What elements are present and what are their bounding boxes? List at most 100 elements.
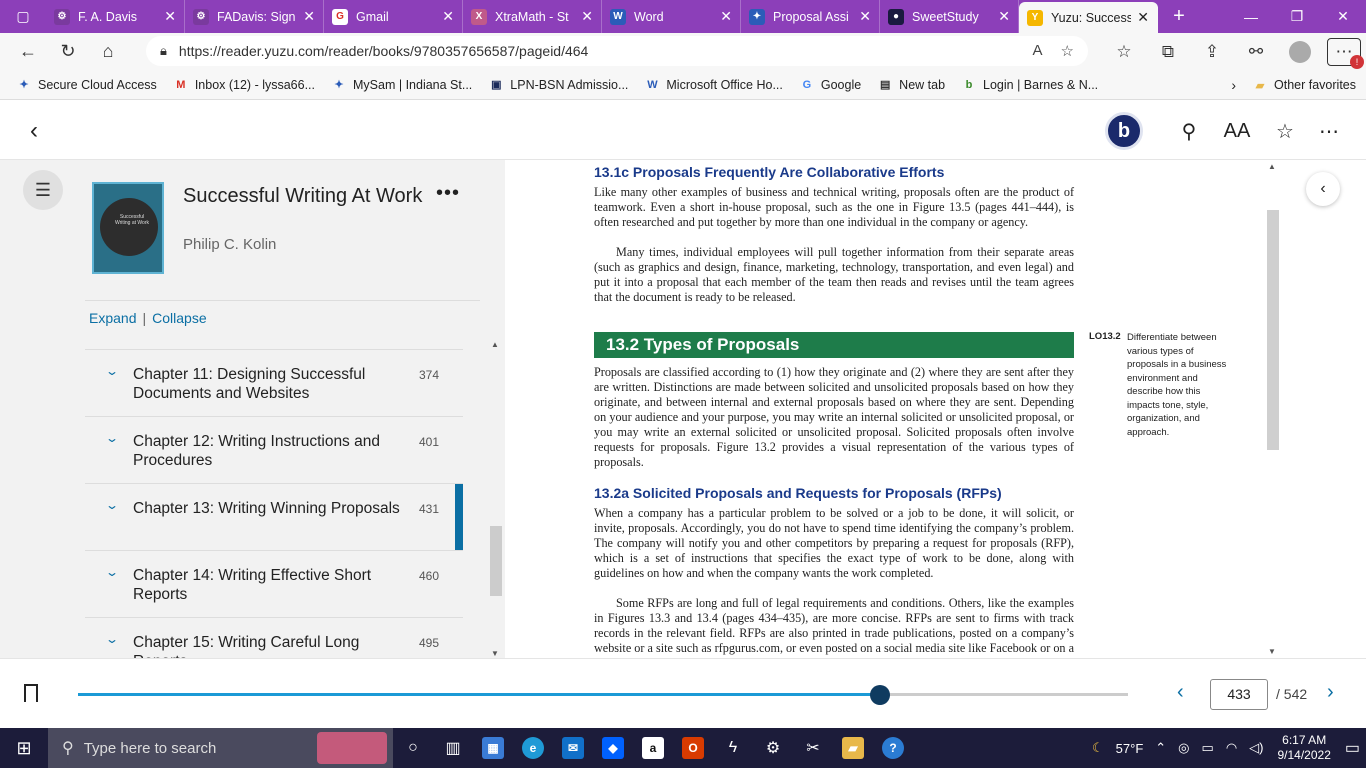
windows-start-icon[interactable]: ⊞ — [0, 738, 48, 759]
favorite-link[interactable]: ▣ LPN-BSN Admissio... — [488, 77, 628, 93]
browser-tab[interactable]: X XtraMath - St ✕ — [463, 0, 602, 33]
reader-more-icon[interactable]: ⋯ — [1311, 113, 1347, 149]
favorites-icon[interactable]: ☆ — [1102, 42, 1146, 62]
restore-icon[interactable]: ❐ — [1274, 0, 1320, 33]
office-icon[interactable]: O — [673, 728, 713, 768]
edge-icon[interactable]: e — [513, 728, 553, 768]
slider-handle[interactable] — [870, 685, 891, 705]
snip-icon[interactable]: ✂ — [793, 728, 833, 768]
page-scrollbar[interactable]: ▲ ▼ — [1265, 160, 1281, 658]
browser-tab[interactable]: G Gmail ✕ — [324, 0, 463, 33]
chapter-item[interactable]: ⌄ Chapter 14: Writing Effective Short Rep… — [85, 550, 463, 617]
chevron-down-icon[interactable]: ⌄ — [105, 632, 119, 646]
browser-tab[interactable]: W Word ✕ — [602, 0, 741, 33]
store-icon[interactable]: ▦ — [473, 728, 513, 768]
chevron-down-icon[interactable]: ⌄ — [105, 565, 119, 579]
amazon-icon[interactable]: a — [633, 728, 673, 768]
refresh-icon[interactable]: ↻ — [48, 33, 88, 70]
close-tab-icon[interactable]: ✕ — [998, 8, 1010, 25]
notes-icon[interactable]: ☆ — [1267, 113, 1303, 149]
favorite-link[interactable]: b Login | Barnes & N... — [961, 77, 1099, 93]
close-tab-icon[interactable]: ✕ — [720, 8, 732, 25]
taskbar-search[interactable]: ⚲ Type here to search — [48, 728, 393, 768]
tab-actions-icon[interactable]: ▢ — [0, 0, 46, 33]
toc-scrollbar[interactable]: ▲ ▼ — [488, 340, 504, 658]
chapter-item[interactable]: ⌄ Chapter 15: Writing Careful Long Report… — [85, 617, 463, 658]
previous-page-icon[interactable]: ‹ — [1177, 681, 1184, 704]
page-slider[interactable] — [78, 685, 1128, 705]
chevron-down-icon[interactable]: ⌄ — [105, 498, 119, 512]
close-tab-icon[interactable]: ✕ — [581, 8, 593, 25]
favorite-link[interactable]: W Microsoft Office Ho... — [644, 77, 783, 93]
favorite-link[interactable]: ✦ MySam | Indiana St... — [331, 77, 472, 93]
collapse-panel-chevron-icon[interactable]: ‹ — [1306, 172, 1340, 206]
browser-tab[interactable]: ⚙ F. A. Davis ✕ — [46, 0, 185, 33]
share-icon[interactable]: ⇪ — [1190, 42, 1234, 62]
settings-more-button[interactable]: ⋯! — [1322, 37, 1366, 69]
add-favorite-icon[interactable]: ☆ — [1061, 42, 1074, 60]
profile-avatar[interactable] — [1278, 40, 1322, 63]
browser-tab[interactable]: ⚙ FADavis: Sign ✕ — [185, 0, 324, 33]
tab-favicon-icon: ⚙ — [54, 8, 70, 25]
bookshelf-logo-button[interactable]: b — [1104, 111, 1144, 151]
mail-icon[interactable]: ✉ — [553, 728, 593, 768]
extensions-icon[interactable]: ⚯ — [1234, 42, 1278, 62]
close-tab-icon[interactable]: ✕ — [1137, 9, 1149, 26]
close-tab-icon[interactable]: ✕ — [859, 8, 871, 25]
file-explorer-icon[interactable]: ▰ — [833, 728, 873, 768]
chapter-item[interactable]: ⌄ Chapter 11: Designing Successful Docume… — [85, 349, 463, 416]
chapter-item[interactable]: ⌄ Chapter 12: Writing Instructions and Pr… — [85, 416, 463, 483]
reader-back-icon[interactable]: ‹ — [30, 117, 38, 145]
close-window-icon[interactable]: ✕ — [1320, 0, 1366, 33]
collections-icon[interactable]: ⧉ — [1146, 42, 1190, 62]
collapse-link[interactable]: Collapse — [152, 310, 206, 326]
minimize-icon[interactable]: — — [1228, 0, 1274, 33]
page-number-input[interactable]: 433 — [1210, 679, 1268, 710]
chevron-down-icon[interactable]: ⌄ — [105, 364, 119, 378]
close-tab-icon[interactable]: ✕ — [442, 8, 454, 25]
tray-overflow-icon[interactable]: ⌃ — [1149, 740, 1172, 756]
search-icon[interactable]: ⚲ — [1171, 113, 1207, 149]
notifications-icon[interactable]: ▭ — [1339, 738, 1366, 758]
next-page-icon[interactable]: › — [1327, 681, 1334, 704]
app-bolt-icon[interactable]: ϟ — [713, 728, 753, 768]
chevron-down-icon[interactable]: ⌄ — [105, 431, 119, 445]
new-tab-button[interactable]: + — [1158, 0, 1200, 33]
meet-now-icon[interactable]: ◎ — [1172, 740, 1195, 756]
browser-tab[interactable]: ● SweetStudy ✕ — [880, 0, 1019, 33]
book-options-icon[interactable]: ••• — [436, 182, 460, 205]
url-field[interactable]: 🔒︎ https://reader.yuzu.com/reader/books/… — [146, 36, 1088, 66]
back-arrow-icon[interactable]: ← — [8, 33, 48, 70]
favorites-list: ✦ Secure Cloud Access M Inbox (12) - lyssa6… — [0, 77, 1098, 93]
favorite-link[interactable]: M Inbox (12) - lyssa66... — [173, 77, 315, 93]
expand-link[interactable]: Expand — [89, 310, 136, 326]
weather-moon-icon[interactable]: ☾ — [1086, 740, 1110, 756]
settings-gear-icon[interactable]: ⚙ — [753, 728, 793, 768]
favorite-link[interactable]: ▤ New tab — [877, 77, 945, 93]
close-tab-icon[interactable]: ✕ — [303, 8, 315, 25]
battery-icon[interactable]: ▭ — [1196, 740, 1220, 756]
chapter-title: Chapter 11: Designing Successful Documen… — [133, 366, 366, 402]
cortana-icon[interactable]: ○ — [393, 728, 433, 768]
dropbox-icon[interactable]: ◆ — [593, 728, 633, 768]
volume-icon[interactable]: ◁) — [1243, 740, 1269, 756]
paragraph: Many times, individual employees will pu… — [594, 245, 1074, 304]
clock[interactable]: 6:17 AM 9/14/2022 — [1269, 733, 1338, 763]
chapter-item[interactable]: ⌄ Chapter 13: Writing Winning Proposals 43… — [85, 483, 463, 551]
other-favorites-folder[interactable]: ▰ Other favorites — [1252, 77, 1356, 93]
favorite-link[interactable]: ✦ Secure Cloud Access — [16, 77, 156, 93]
text-size-icon[interactable]: AA — [1219, 113, 1255, 149]
task-view-icon[interactable]: ▥ — [433, 728, 473, 768]
bookmark-icon[interactable] — [24, 684, 38, 702]
home-icon[interactable]: ⌂ — [88, 33, 128, 70]
help-icon[interactable]: ? — [873, 728, 913, 768]
favorite-link[interactable]: G Google — [799, 77, 862, 93]
browser-tab[interactable]: ✦ Proposal Assi ✕ — [741, 0, 880, 33]
wifi-icon[interactable]: ◠ — [1220, 740, 1243, 756]
tab-list: ⚙ F. A. Davis ✕ ⚙ FADavis: Sign ✕ G Gmail ✕ X Xtra… — [46, 0, 1158, 33]
read-aloud-icon[interactable]: A — [1033, 42, 1043, 60]
close-tab-icon[interactable]: ✕ — [164, 8, 176, 25]
browser-tab[interactable]: Y Yuzu: Success ✕ — [1019, 2, 1158, 33]
toc-menu-icon[interactable]: ☰ — [23, 170, 63, 210]
favorites-overflow-chevron-icon[interactable]: › — [1231, 77, 1236, 93]
